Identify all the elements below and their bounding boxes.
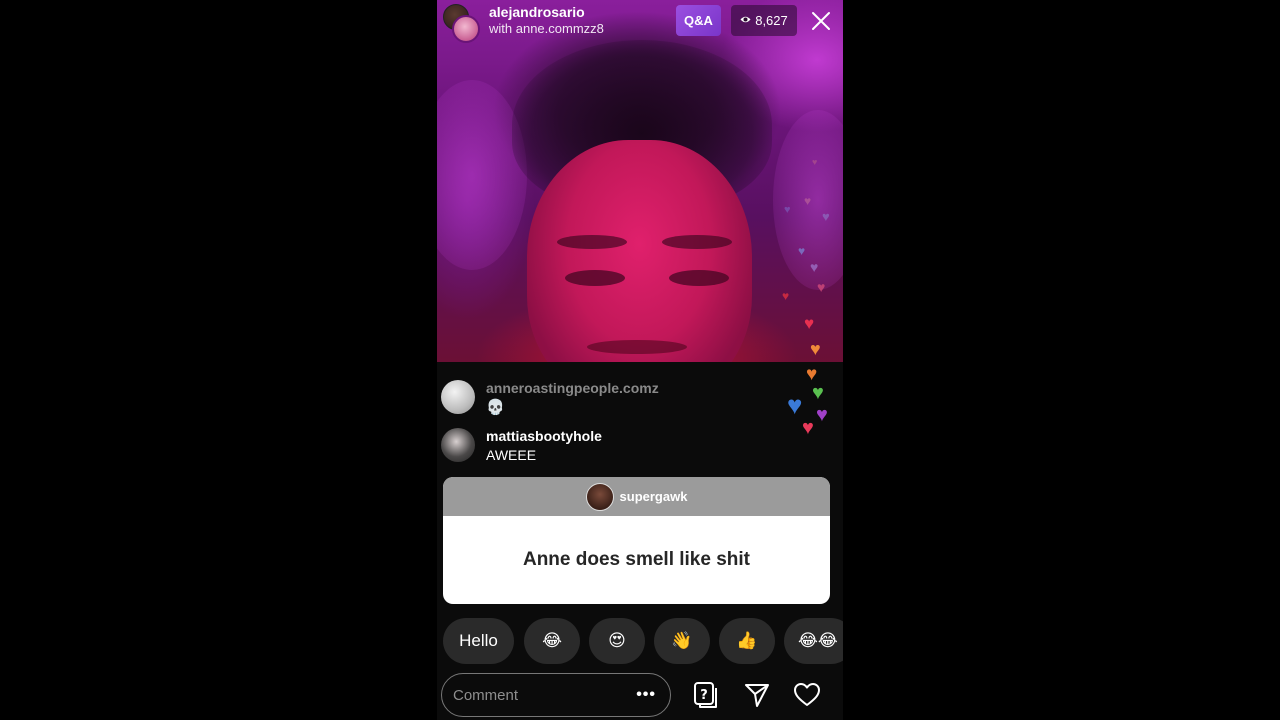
heart-icon: ♥ xyxy=(804,194,812,208)
heart-icon: ♥ xyxy=(810,259,819,275)
comment-input[interactable]: Comment ••• xyxy=(441,673,671,717)
comment-placeholder: Comment xyxy=(453,687,519,704)
asker-avatar xyxy=(585,482,614,511)
commenter-avatar[interactable] xyxy=(441,428,475,462)
heart-icon[interactable] xyxy=(793,681,821,709)
comment-text: AWEEE xyxy=(486,447,537,463)
heart-icon: ♥ xyxy=(798,244,806,258)
host-username[interactable]: alejandrosario xyxy=(489,4,585,20)
video-face xyxy=(527,140,752,362)
heart-icon: ♥ xyxy=(782,289,790,303)
floating-hearts: ♥ ♥ ♥ ♥ ♥ ♥ ♥ ♥ ♥ ♥ ♥ ♥ ♥ ♥ ♥ xyxy=(782,150,843,450)
video-brow-left xyxy=(557,235,627,249)
comment-text: 💀 xyxy=(486,399,505,416)
question-icon[interactable]: ? xyxy=(692,681,720,709)
quick-reaction-joy[interactable]: 😂 xyxy=(524,618,580,664)
quick-reaction-wave[interactable]: 👋 xyxy=(654,618,710,664)
quick-reaction-thumbs-up[interactable]: 👍 xyxy=(719,618,775,664)
video-mouth xyxy=(587,340,687,354)
live-header: alejandrosario with anne.commzz8 Q&A 8,6… xyxy=(437,0,843,44)
heart-icon: ♥ xyxy=(816,404,828,426)
host-avatars[interactable] xyxy=(443,4,480,43)
heart-icon: ♥ xyxy=(812,382,824,404)
video-eye-right xyxy=(669,270,729,286)
heart-icon: ♥ xyxy=(804,314,815,333)
guest-avatar[interactable] xyxy=(452,15,480,43)
viewer-count-badge[interactable]: 8,627 xyxy=(731,5,797,36)
heart-icon: ♥ xyxy=(817,279,826,295)
heart-icon: ♥ xyxy=(812,157,818,167)
video-eye-left xyxy=(565,270,625,286)
comment-username[interactable]: mattiasbootyhole xyxy=(486,428,602,444)
comment-username[interactable]: anneroastingpeople.comz xyxy=(486,380,659,396)
question-card-header: supergawk xyxy=(443,477,830,516)
eye-icon xyxy=(740,15,751,27)
more-options-icon[interactable]: ••• xyxy=(636,686,656,704)
heart-icon: ♥ xyxy=(784,204,791,216)
viewer-count: 8,627 xyxy=(755,13,788,28)
video-brow-right xyxy=(662,235,732,249)
asker-username: supergawk xyxy=(619,489,688,504)
quick-reply-hello[interactable]: Hello xyxy=(443,618,514,664)
quick-reactions-bar: Hello 😂 😍 👋 👍 😂😂 xyxy=(443,618,843,664)
heart-icon: ♥ xyxy=(822,209,830,224)
heart-icon: ♥ xyxy=(810,339,821,359)
heart-icon: ♥ xyxy=(802,417,814,439)
question-card[interactable]: supergawk Anne does smell like shit xyxy=(443,477,830,604)
svg-text:?: ? xyxy=(700,688,708,703)
heart-icon: ♥ xyxy=(787,390,803,420)
question-text: Anne does smell like shit xyxy=(522,549,751,570)
qa-button[interactable]: Q&A xyxy=(676,5,721,36)
guest-line[interactable]: with anne.commzz8 xyxy=(489,21,604,36)
live-stream-screen: alejandrosario with anne.commzz8 Q&A 8,6… xyxy=(437,0,843,720)
close-icon[interactable] xyxy=(811,11,831,31)
send-icon[interactable] xyxy=(743,681,771,709)
quick-reaction-double-joy[interactable]: 😂😂 xyxy=(784,618,843,664)
commenter-avatar[interactable] xyxy=(441,380,475,414)
quick-reaction-heart-eyes[interactable]: 😍 xyxy=(589,618,645,664)
